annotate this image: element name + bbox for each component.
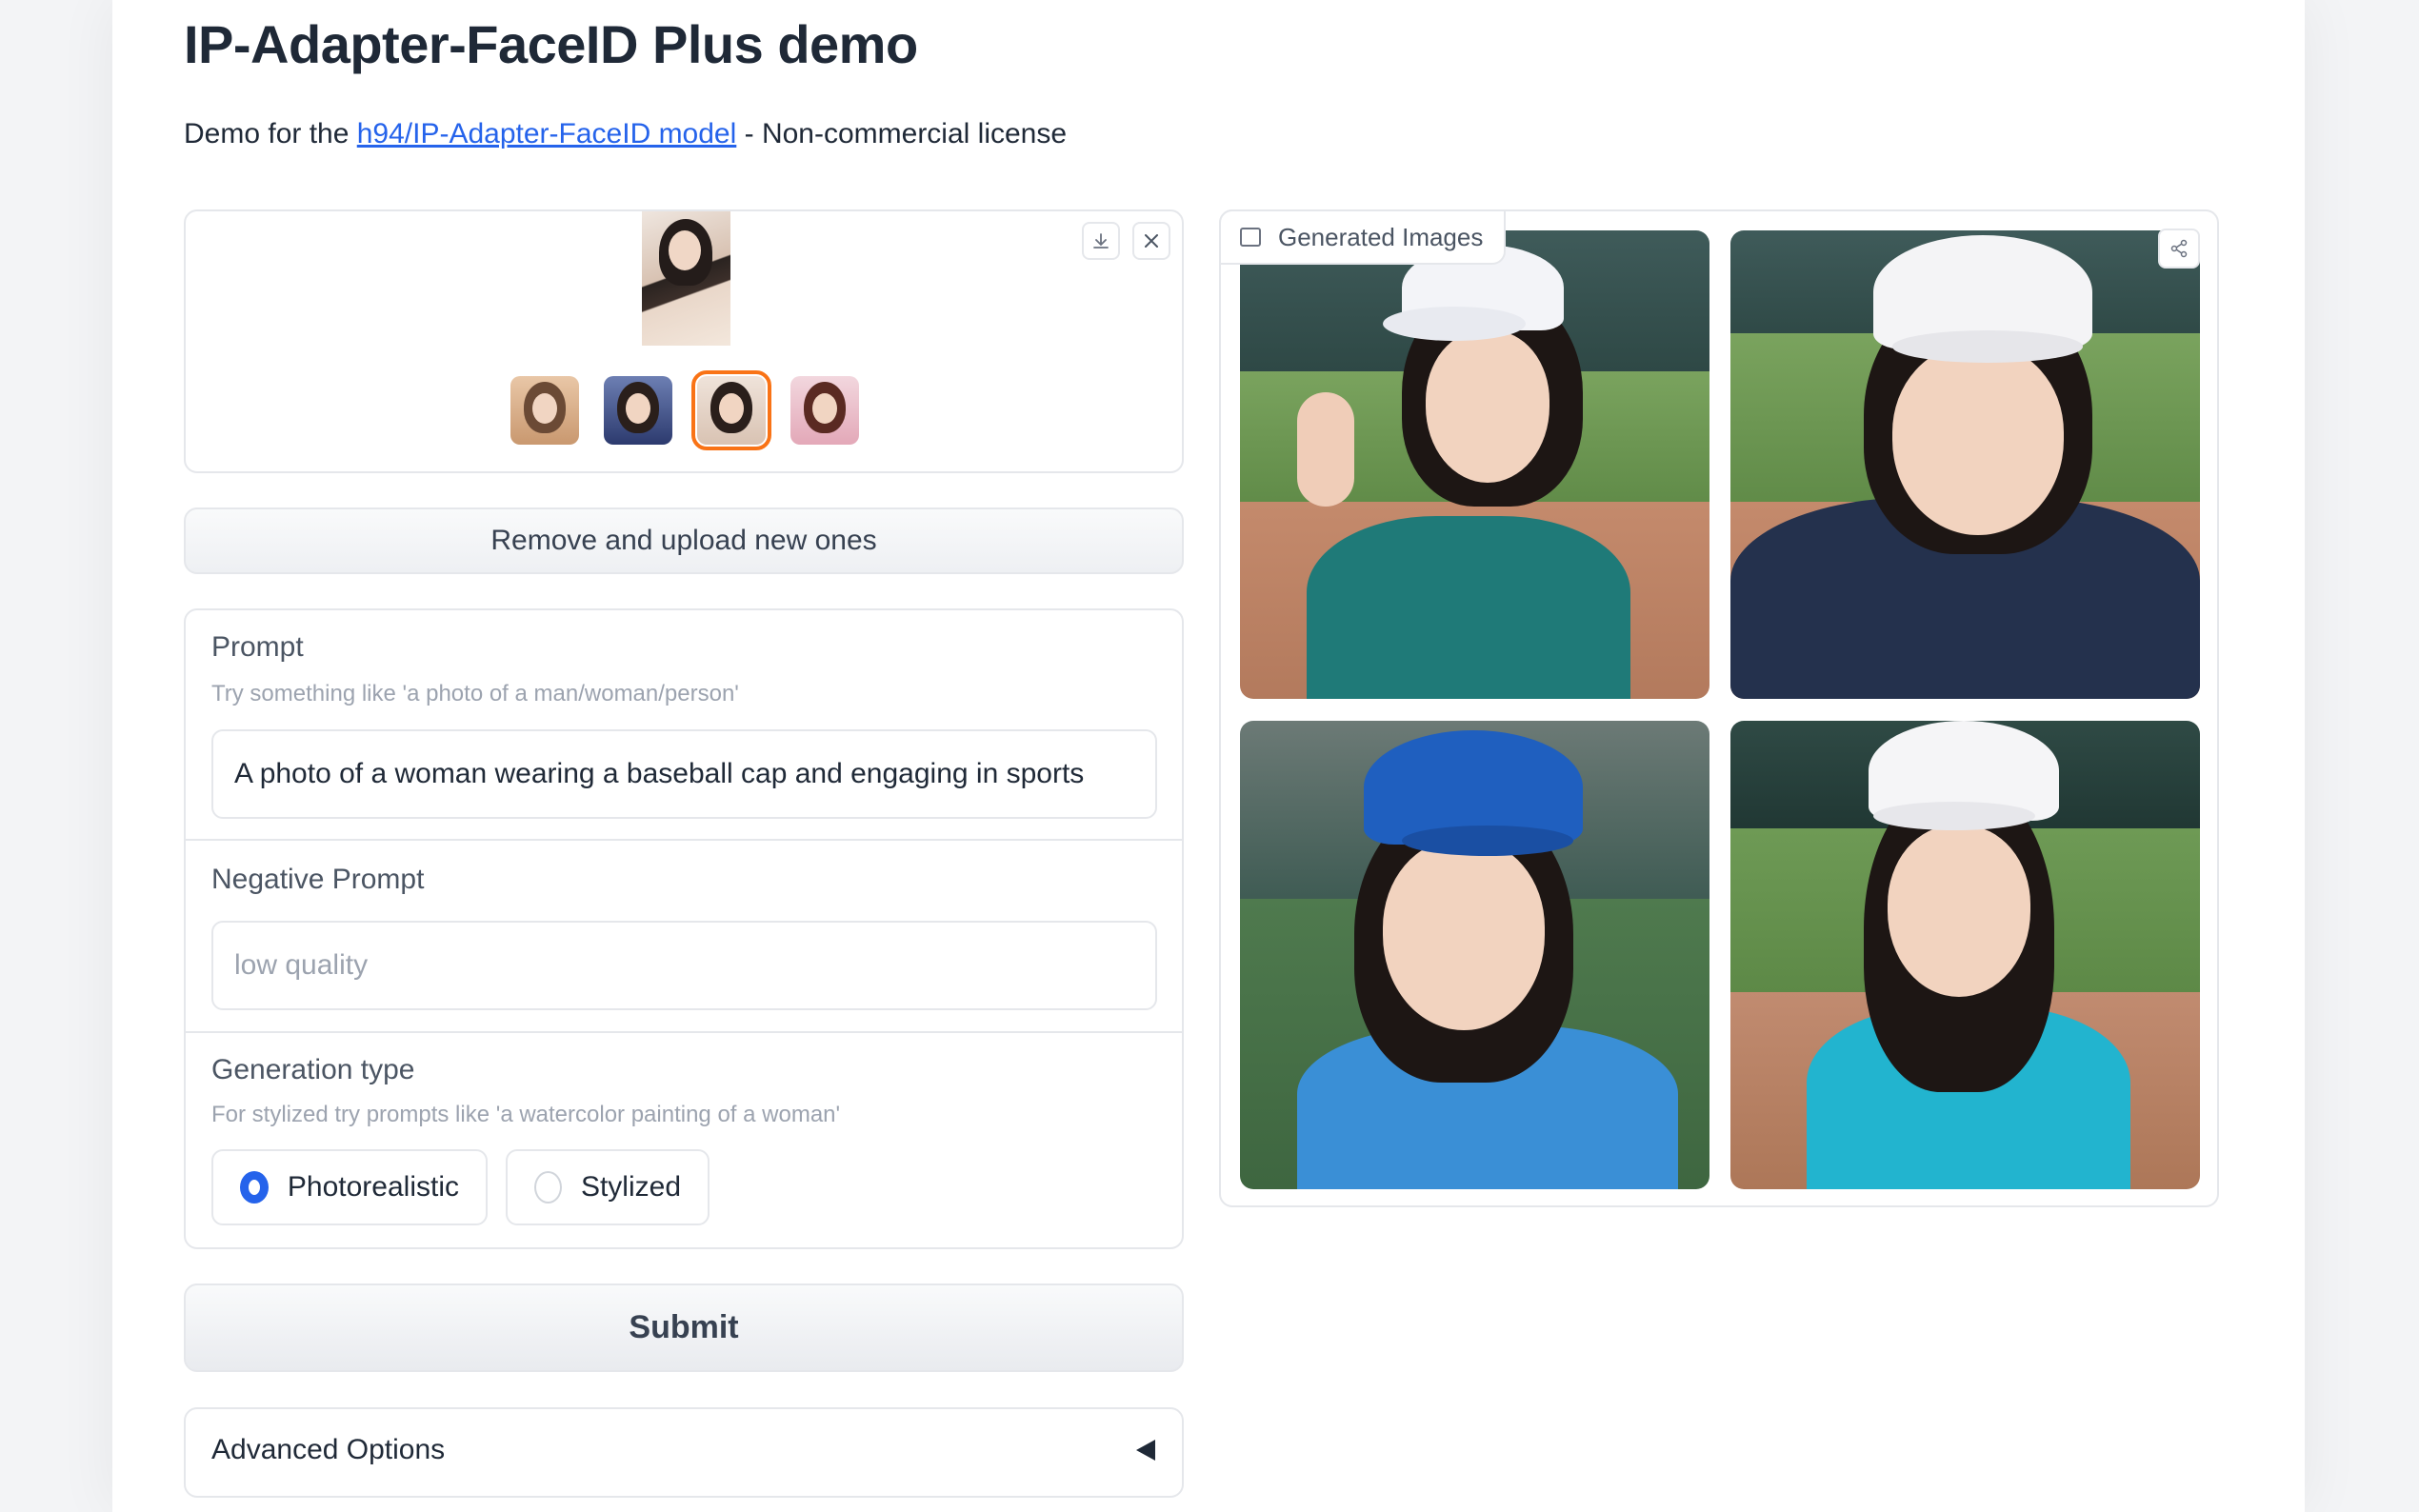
prompt-label: Prompt <box>211 631 304 663</box>
advanced-options-label: Advanced Options <box>211 1434 446 1465</box>
face-thumbnail-1[interactable] <box>510 376 579 445</box>
selected-face-preview <box>642 211 730 346</box>
settings-panel: Prompt Try something like 'a photo of a … <box>184 608 1184 1249</box>
share-icon <box>2170 239 2188 258</box>
radio-stylized[interactable]: Stylized <box>506 1149 710 1225</box>
generation-type-label: Generation type <box>211 1054 415 1085</box>
generated-image-4[interactable] <box>1730 721 2200 1189</box>
subtitle-prefix: Demo for the <box>184 118 357 149</box>
model-link[interactable]: h94/IP-Adapter-FaceID model <box>357 118 737 149</box>
face-thumbnail-3[interactable] <box>691 370 771 450</box>
share-button[interactable] <box>2158 229 2200 269</box>
gallery-label: Generated Images <box>1219 209 1507 265</box>
clear-button[interactable] <box>1132 222 1170 260</box>
page-title: IP-Adapter-FaceID Plus demo <box>184 14 918 74</box>
face-thumbnail-4[interactable] <box>790 376 859 445</box>
negative-prompt-label: Negative Prompt <box>211 864 425 895</box>
face-thumbnails <box>186 370 1182 452</box>
gallery-label-text: Generated Images <box>1278 222 1484 251</box>
app-container: IP-Adapter-FaceID Plus demo Demo for the… <box>112 0 2305 1512</box>
prompt-input[interactable]: A photo of a woman wearing a baseball ca… <box>211 729 1157 819</box>
face-thumbnail-2[interactable] <box>604 376 672 445</box>
face-upload-panel <box>184 209 1184 473</box>
generation-type-info: For stylized try prompts like 'a waterco… <box>211 1102 841 1127</box>
negative-prompt-section: Negative Prompt low quality <box>186 841 1182 1033</box>
advanced-options-accordion[interactable]: Advanced Options <box>184 1407 1184 1498</box>
subtitle-suffix: - Non-commercial license <box>736 118 1068 149</box>
remove-and-upload-button[interactable]: Remove and upload new ones <box>184 507 1184 574</box>
close-icon <box>1145 234 1158 248</box>
generated-image-2[interactable] <box>1730 230 2200 699</box>
generated-image-1[interactable] <box>1240 230 1709 699</box>
negative-prompt-input[interactable]: low quality <box>211 921 1157 1010</box>
submit-button[interactable]: Submit <box>184 1283 1184 1372</box>
radio-stylized-label: Stylized <box>580 1171 681 1203</box>
page-subtitle: Demo for the h94/IP-Adapter-FaceID model… <box>184 118 1067 150</box>
download-button[interactable] <box>1082 222 1120 260</box>
radio-photorealistic-label: Photorealistic <box>287 1171 459 1203</box>
prompt-info: Try something like 'a photo of a man/wom… <box>211 681 739 706</box>
prompt-section: Prompt Try something like 'a photo of a … <box>186 610 1182 841</box>
radio-checked-icon <box>240 1171 269 1204</box>
collapse-arrow-icon <box>1136 1440 1155 1461</box>
image-icon <box>1240 228 1261 247</box>
radio-photorealistic[interactable]: Photorealistic <box>211 1149 488 1225</box>
download-icon <box>1093 233 1109 249</box>
radio-unchecked-icon <box>534 1171 562 1204</box>
generated-image-3[interactable] <box>1240 721 1709 1189</box>
generated-images-gallery: Generated Images <box>1219 209 2219 1207</box>
